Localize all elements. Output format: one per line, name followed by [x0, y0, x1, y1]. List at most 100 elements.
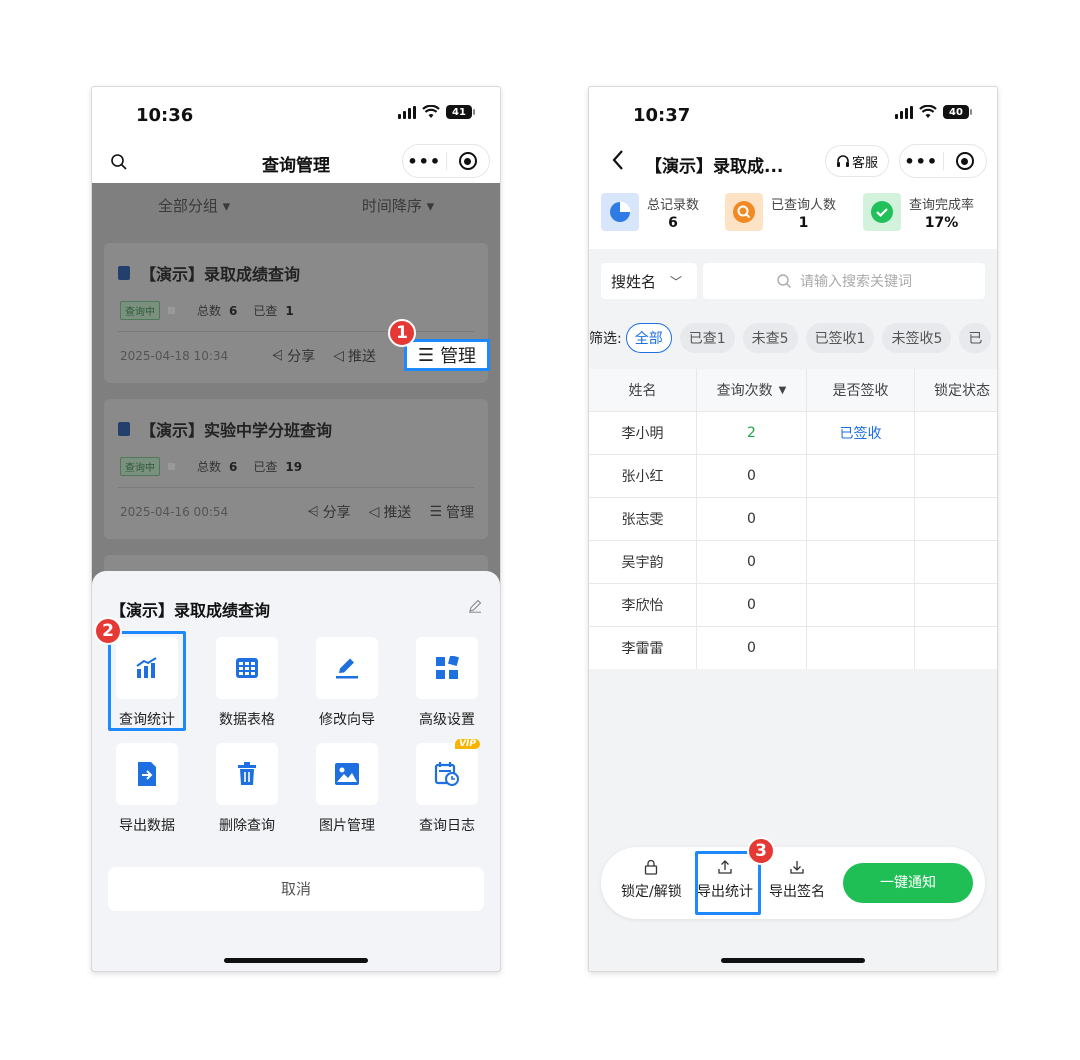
lock-unlock-button[interactable]: 锁定/解锁: [621, 859, 682, 901]
phone-query-stats: 10:37 40 【演示】录取成... 客服 ••• 总记录数 6 已查询人数 1: [588, 86, 998, 972]
card-date: 2025-04-16 00:54: [120, 505, 229, 519]
step-marker-2: 2: [94, 617, 122, 645]
cancel-button[interactable]: 取消: [108, 867, 484, 911]
stats-summary: 总记录数 6 已查询人数 1 查询完成率 17%: [589, 193, 997, 249]
phone-query-manage: 10:36 41 查询管理 ••• 全部分组 ▾ 时间降序 ▾ 【演示】录取成绩…: [91, 86, 501, 972]
stats-highlight-box: [108, 631, 186, 731]
share-icon: ⩤: [272, 348, 284, 364]
advanced-settings-button[interactable]: 高级设置: [407, 637, 487, 729]
search-row: 搜姓名 ﹀ 请输入搜索关键词: [589, 249, 997, 307]
table-header: 姓名 查询次数 ▼ 是否签收 锁定状态: [589, 369, 997, 412]
battery-icon: 41: [446, 105, 475, 119]
download-icon: [790, 861, 804, 874]
nav-bar: 【演示】录取成... 客服 •••: [589, 143, 997, 183]
chip-signed[interactable]: 已签收1: [805, 323, 875, 353]
chip-more[interactable]: 已: [959, 323, 992, 353]
manage-button[interactable]: ☰ 管理: [429, 502, 474, 522]
more-icon[interactable]: •••: [900, 152, 943, 171]
viewed-count: 1: [285, 303, 294, 318]
search-circle-icon: [733, 201, 755, 223]
stat-viewed: 已查询人数 1: [725, 193, 836, 231]
push-button[interactable]: ◁ 推送: [369, 502, 412, 522]
share-icon: ⩤: [307, 504, 319, 520]
col-query-count[interactable]: 查询次数 ▼: [697, 369, 807, 411]
back-icon[interactable]: [611, 149, 625, 171]
card-title: 【演示】录取成绩查询: [140, 265, 301, 284]
battery-icon: 40: [943, 105, 972, 119]
bottom-action-bar: 锁定/解锁 导出统计 导出签名 一键通知: [601, 847, 985, 919]
table-row[interactable]: 张小红 0: [589, 455, 997, 498]
table-row[interactable]: 张志雯 0: [589, 498, 997, 541]
chip-not-signed[interactable]: 未签收5: [882, 323, 952, 353]
send-icon: ◁: [368, 504, 380, 520]
menu-icon: ☰: [417, 344, 435, 366]
file-export-icon: [138, 762, 156, 786]
check-circle-icon: [871, 201, 893, 223]
group-filter[interactable]: 全部分组 ▾: [92, 183, 296, 229]
query-log-button[interactable]: VIP 查询日志: [407, 739, 487, 835]
edit-icon[interactable]: [468, 599, 482, 613]
close-capsule[interactable]: [447, 152, 490, 170]
notify-all-button[interactable]: 一键通知: [843, 863, 973, 903]
share-button[interactable]: ⩤ 分享: [272, 346, 315, 366]
customer-service-button[interactable]: 客服: [825, 145, 889, 177]
manage-button-highlighted[interactable]: ☰ 管理: [404, 339, 490, 371]
pie-chart-icon: [610, 201, 631, 222]
data-table-button[interactable]: 数据表格: [207, 637, 287, 729]
export-signature-button[interactable]: 导出签名: [769, 859, 825, 901]
signal-icon: [895, 105, 913, 119]
status-bar: 10:36 41: [92, 87, 500, 143]
headset-icon: [836, 155, 849, 167]
chip-viewed[interactable]: 已查1: [679, 323, 735, 353]
table-row[interactable]: 李雷雷 0: [589, 627, 997, 670]
table-icon: [236, 658, 258, 678]
order-filter[interactable]: 时间降序 ▾: [296, 183, 500, 229]
records-table: 姓名 查询次数 ▼ 是否签收 锁定状态 李小明 2 已签收 张小红 0 张志雯 0…: [589, 369, 997, 670]
step-marker-1: 1: [388, 319, 416, 347]
stat-completion: 查询完成率 17%: [863, 193, 974, 231]
sort-icon: ▼: [778, 384, 787, 396]
signal-icon: [398, 105, 416, 119]
home-indicator: [721, 958, 865, 963]
chip-not-viewed[interactable]: 未查5: [742, 323, 798, 353]
image-manage-button[interactable]: 图片管理: [307, 743, 387, 835]
total-count: 6: [229, 459, 238, 474]
edit-wizard-button[interactable]: 修改向导: [307, 637, 387, 729]
table-row[interactable]: 吴宇韵 0: [589, 541, 997, 584]
table-row[interactable]: 李小明 2 已签收: [589, 412, 997, 455]
push-button[interactable]: ◁ 推送: [333, 346, 376, 366]
search-input[interactable]: 请输入搜索关键词: [703, 263, 985, 299]
wifi-icon: [919, 105, 937, 118]
menu-icon: ☰: [429, 504, 442, 520]
more-icon[interactable]: •••: [403, 152, 446, 171]
viewed-count: 19: [285, 459, 303, 474]
query-card[interactable]: 【演示】实验中学分班查询 查询中 总数 6 已查 19 2025-04-16 00:…: [104, 399, 488, 539]
send-icon: ◁: [333, 348, 344, 364]
col-name: 姓名: [589, 369, 697, 411]
miniprogram-capsule: •••: [402, 144, 490, 178]
search-field-select[interactable]: 搜姓名 ﹀: [601, 263, 697, 299]
document-icon: [118, 266, 130, 280]
filter-label: 筛选:: [589, 331, 622, 347]
status-time: 10:36: [136, 105, 194, 126]
chevron-down-icon: ﹀: [670, 274, 683, 289]
close-capsule[interactable]: [944, 152, 987, 170]
stat-total: 总记录数 6: [601, 193, 699, 231]
chip-all[interactable]: 全部: [625, 323, 672, 353]
total-count: 6: [229, 303, 238, 318]
status-badge: 查询中: [120, 301, 160, 320]
trash-icon: [238, 762, 256, 785]
wifi-icon: [422, 105, 440, 118]
share-button[interactable]: ⩤ 分享: [307, 502, 350, 522]
grid-icon: [436, 656, 459, 679]
status-time: 10:37: [633, 105, 691, 126]
miniprogram-capsule: •••: [899, 144, 987, 178]
target-icon: [458, 152, 477, 170]
sort-bar: 全部分组 ▾ 时间降序 ▾: [92, 183, 500, 229]
export-data-button[interactable]: 导出数据: [107, 743, 187, 835]
sheet-title: 【演示】录取成绩查询: [110, 601, 271, 620]
table-row[interactable]: 李欣怡 0: [589, 584, 997, 627]
delete-query-button[interactable]: 删除查询: [207, 743, 287, 835]
target-icon: [955, 152, 974, 170]
status-badge: 查询中: [120, 457, 160, 476]
